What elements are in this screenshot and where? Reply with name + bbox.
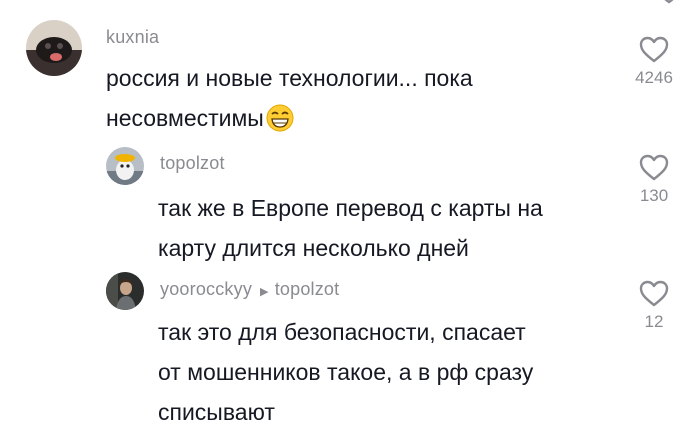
comment-text-line: несовместимы [106,98,473,144]
comment-text-line: так же в Европе перевод с карты на [158,195,543,221]
comment-username[interactable]: kuxnia [106,27,159,48]
like-button[interactable]: 130 [624,154,684,206]
comment-text-line: так это для безопасности, спасает [158,319,526,345]
comment-text-line: от мошенников такое, а в рф сразу [158,359,534,385]
grinning-face-emoji-icon [266,104,294,144]
reply-to-username[interactable]: topolzot [275,279,340,299]
like-count: 4246 [635,68,673,87]
partial-heart-icon [654,0,684,11]
avatar[interactable] [106,147,144,185]
comment-text-line: россия и новые технологии... пока [106,65,473,91]
comment-text: так это для безопасности, спасает от мош… [158,312,533,432]
like-button[interactable]: 4246 [624,36,684,88]
like-count: 130 [639,186,669,205]
like-button[interactable]: 12 [624,280,684,332]
reply-header: yoorocckyy ▶ topolzot [160,279,339,300]
avatar[interactable] [106,272,144,310]
heart-outline-icon[interactable] [639,280,669,308]
comment-text-line: карту длится несколько дней [158,235,469,261]
comment-text-line: списывают [158,399,275,425]
comment-text-fragment: несовместимы [106,105,264,131]
like-count: 12 [644,312,664,331]
heart-outline-icon[interactable] [639,154,669,182]
comment-username[interactable]: topolzot [160,153,225,174]
comment-text: так же в Европе перевод с карты на карту… [158,188,543,268]
avatar[interactable] [26,20,82,76]
comment-text: россия и новые технологии... пока несовм… [106,58,473,144]
heart-outline-icon[interactable] [639,36,669,64]
triangle-right-icon: ▶ [260,286,269,298]
comment-username[interactable]: yoorocckyy [160,279,252,299]
